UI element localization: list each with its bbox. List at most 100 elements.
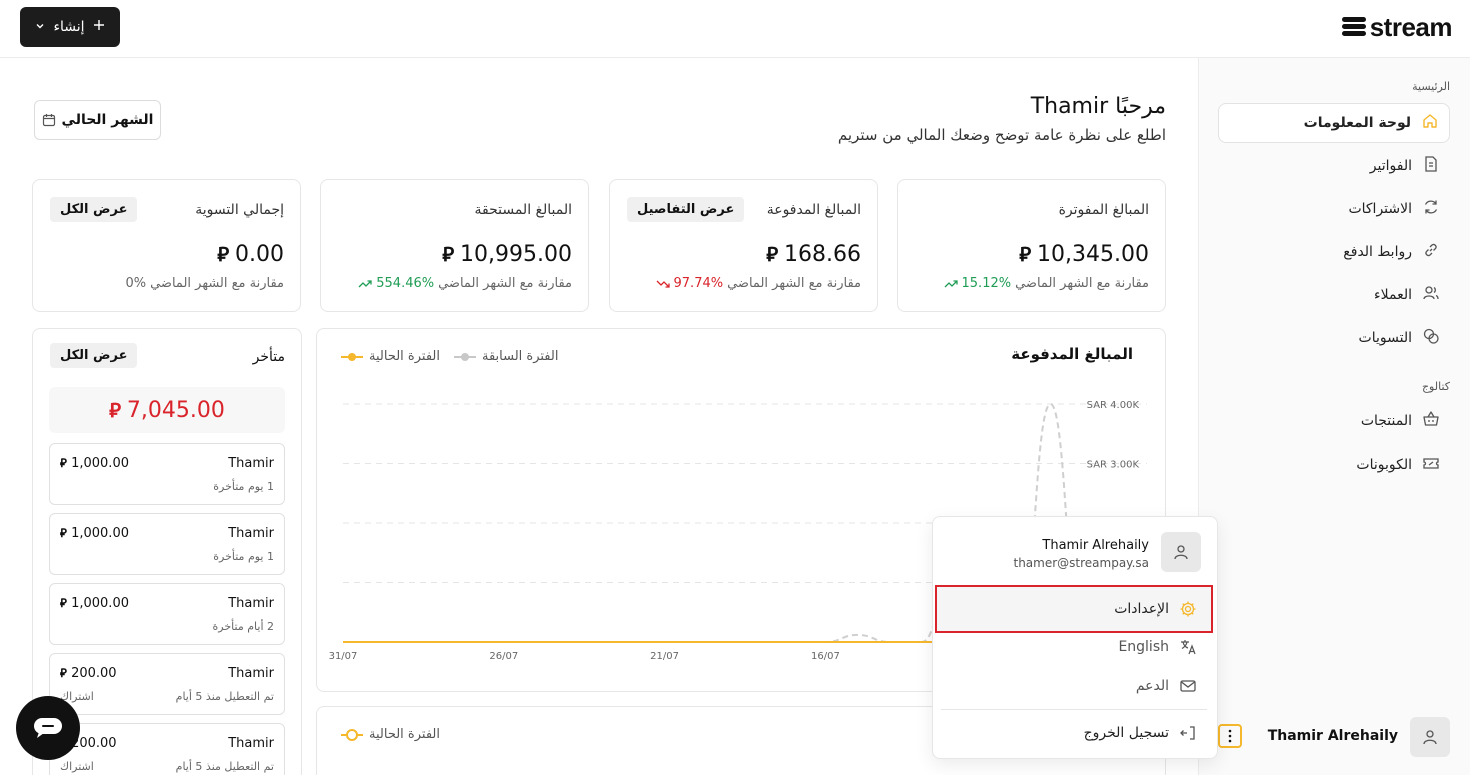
legend-current-marker xyxy=(341,728,363,741)
create-button[interactable]: إنشاء xyxy=(20,7,120,47)
late-item-name: Thamir xyxy=(228,456,274,471)
stat-card-invoiced: المبالغ المفوترة ⃁ 10,345.00 مقارنة مع ال… xyxy=(897,179,1166,312)
x-tick-label: 26/07 xyxy=(489,651,518,662)
refresh-icon xyxy=(1422,198,1440,220)
sidebar-item-coupons[interactable]: الكوبونات xyxy=(1218,445,1450,485)
view-all-settlements-button[interactable]: عرض الكل xyxy=(50,197,138,222)
more-vertical-icon xyxy=(1228,729,1232,743)
late-total-value: 7,045.00 xyxy=(126,397,225,423)
late-item[interactable]: Thamir ⃁ 200.00 تم التعطيل منذ 5 أيام اش… xyxy=(49,653,285,715)
late-item-status: 2 أيام متأخرة xyxy=(212,620,274,633)
chevron-down-icon xyxy=(35,19,45,35)
late-item[interactable]: Thamir ⃁ 1,000.00 1 يوم متأخرة xyxy=(49,443,285,505)
second-legend-label: الفترة الحالية xyxy=(369,727,440,742)
sidebar-section-catalog: كتالوج xyxy=(1421,380,1450,393)
stream-logo[interactable]: stream xyxy=(1341,12,1453,43)
sidebar-item-subscriptions[interactable]: الاشتراكات xyxy=(1218,189,1450,229)
link-icon xyxy=(1422,241,1440,263)
compare-text: مقارنة مع الشهر الماضي xyxy=(1015,276,1149,291)
riyal-icon: ⃁ xyxy=(109,398,121,422)
menu-language[interactable]: English xyxy=(941,629,1207,665)
view-all-late-button[interactable]: عرض الكل xyxy=(50,343,138,368)
trend-down-icon xyxy=(656,280,670,288)
riyal-icon: ⃁ xyxy=(766,243,779,266)
menu-logout-label: تسجيل الخروج xyxy=(1083,725,1169,741)
top-bar: إنشاء stream xyxy=(0,0,1470,58)
menu-settings[interactable]: الإعدادات xyxy=(935,585,1213,633)
stat-value: ⃁ 168.66 xyxy=(766,242,861,267)
mail-icon xyxy=(1180,680,1196,692)
user-icon xyxy=(1423,730,1437,745)
riyal-icon: ⃁ xyxy=(217,243,230,266)
stat-amount: 0.00 xyxy=(235,242,284,267)
stat-card-due: المبالغ المستحقة ⃁ 10,995.00 مقارنة مع ال… xyxy=(320,179,589,312)
late-item-amount-value: 1,000.00 xyxy=(71,526,129,541)
avatar[interactable] xyxy=(1410,717,1450,757)
menu-support[interactable]: الدعم xyxy=(941,668,1207,704)
stat-card-settlement: إجمالي التسوية عرض الكل ⃁ 0.00 مقارنة مع … xyxy=(32,179,301,312)
late-item[interactable]: Thamir ⃁ 200.00 تم التعطيل منذ 5 أيام اش… xyxy=(49,723,285,775)
riyal-icon: ⃁ xyxy=(60,456,67,470)
ticket-icon xyxy=(1422,454,1440,476)
sidebar-item-settlements[interactable]: التسويات xyxy=(1218,318,1450,358)
sidebar-item-products[interactable]: المنتجات xyxy=(1218,401,1450,441)
stat-compare: مقارنة مع الشهر الماضي 15.12% xyxy=(944,276,1149,291)
y-tick-label: SAR 4.00K xyxy=(1087,400,1140,411)
sidebar-item-label: المنتجات xyxy=(1360,413,1412,429)
menu-language-label: English xyxy=(1118,639,1169,655)
stat-amount: 10,345.00 xyxy=(1037,242,1149,267)
late-item[interactable]: Thamir ⃁ 1,000.00 2 أيام متأخرة xyxy=(49,583,285,645)
compare-text: مقارنة مع الشهر الماضي xyxy=(438,276,572,291)
menu-support-label: الدعم xyxy=(1135,678,1169,694)
riyal-icon: ⃁ xyxy=(1019,243,1032,266)
change-value: 15.12% xyxy=(961,276,1012,291)
stat-compare: مقارنة مع الشهر الماضي 554.46% xyxy=(358,276,572,291)
view-details-button[interactable]: عرض التفاصيل xyxy=(627,197,745,222)
menu-avatar xyxy=(1161,532,1201,572)
late-item-status: تم التعطيل منذ 5 أيام xyxy=(175,690,274,703)
late-item[interactable]: Thamir ⃁ 1,000.00 1 يوم متأخرة xyxy=(49,513,285,575)
sidebar-item-label: الاشتراكات xyxy=(1348,201,1412,217)
late-title: متأخر xyxy=(252,349,285,365)
stat-title: المبالغ المستحقة xyxy=(474,202,573,218)
sidebar-item-invoices[interactable]: الفواتير xyxy=(1218,146,1450,186)
file-icon xyxy=(1422,155,1440,177)
late-item-name: Thamir xyxy=(228,596,274,611)
stat-value: ⃁ 0.00 xyxy=(217,242,284,267)
menu-logout[interactable]: تسجيل الخروج xyxy=(941,715,1207,751)
second-legend-current[interactable]: الفترة الحالية xyxy=(341,727,440,742)
stat-compare: مقارنة مع الشهر الماضي 0% xyxy=(125,276,284,291)
riyal-icon: ⃁ xyxy=(60,666,67,680)
late-item-amount: ⃁ 1,000.00 xyxy=(60,456,129,471)
stat-title: المبالغ المدفوعة xyxy=(766,202,861,218)
trend-up-icon xyxy=(944,279,958,287)
late-item-amount: ⃁ 1,000.00 xyxy=(60,596,129,611)
sidebar-item-label: روابط الدفع xyxy=(1343,244,1412,260)
sidebar-item-label: الفواتير xyxy=(1369,158,1412,174)
late-item-name: Thamir xyxy=(228,666,274,681)
stat-value: ⃁ 10,995.00 xyxy=(442,242,572,267)
riyal-icon: ⃁ xyxy=(60,526,67,540)
menu-user-email: thamer@streampay.sa xyxy=(1013,556,1149,570)
sidebar-item-payment-links[interactable]: روابط الدفع xyxy=(1218,232,1450,272)
period-button[interactable]: الشهر الحالي xyxy=(34,100,161,140)
gear-icon xyxy=(1180,601,1196,617)
sidebar-item-label: لوحة المعلومات xyxy=(1303,115,1411,131)
sidebar-item-dashboard[interactable]: لوحة المعلومات xyxy=(1218,103,1450,143)
chat-icon xyxy=(34,718,62,738)
user-menu: Thamir Alrehaily thamer@streampay.sa الإ… xyxy=(932,516,1218,759)
chat-button[interactable] xyxy=(16,696,80,760)
user-menu-button[interactable] xyxy=(1218,724,1242,748)
stat-title: المبالغ المفوترة xyxy=(1058,202,1149,218)
sidebar-item-customers[interactable]: العملاء xyxy=(1218,275,1450,315)
late-item-amount: ⃁ 200.00 xyxy=(60,666,117,681)
change-value: 0% xyxy=(125,276,147,291)
home-icon xyxy=(1421,112,1439,134)
users-icon xyxy=(1422,284,1440,306)
riyal-icon: ⃁ xyxy=(442,243,455,266)
create-label: إنشاء xyxy=(53,19,85,35)
basket-icon xyxy=(1422,410,1440,432)
compare-text: مقارنة مع الشهر الماضي xyxy=(727,276,861,291)
sidebar-section-main: الرئيسية xyxy=(1412,80,1450,93)
menu-divider xyxy=(941,709,1207,710)
